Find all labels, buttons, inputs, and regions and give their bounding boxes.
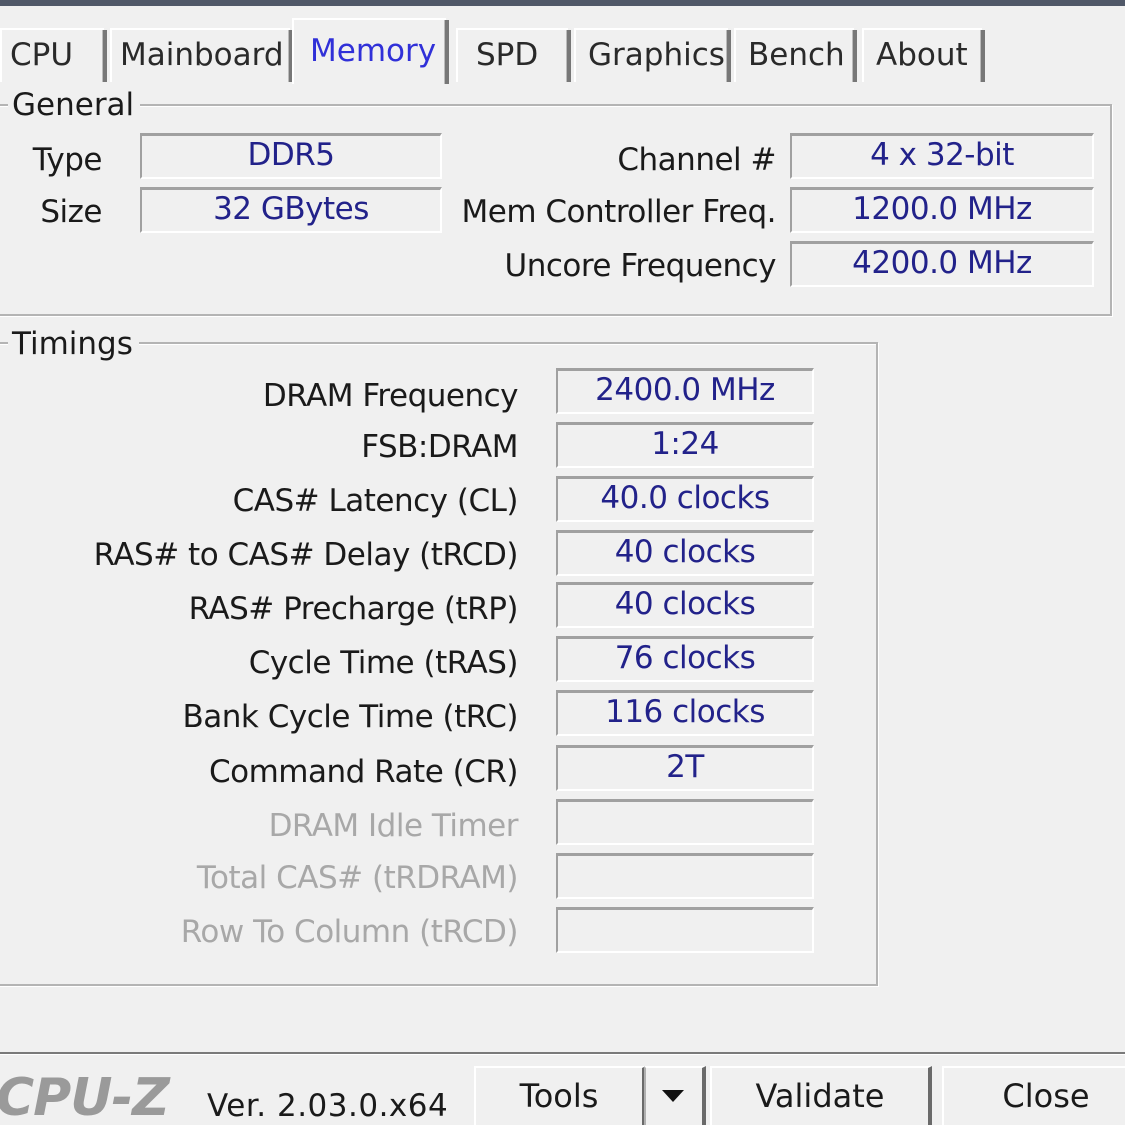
cas-latency-label: CAS# Latency (CL) bbox=[232, 483, 519, 519]
total-cas-value bbox=[556, 853, 814, 899]
fsb-dram-value: 1:24 bbox=[556, 422, 814, 468]
dram-idle-timer-value bbox=[556, 799, 814, 845]
row-to-column-value bbox=[556, 907, 814, 953]
footer-separator bbox=[0, 1052, 1125, 1055]
ras-precharge-value: 40 clocks bbox=[556, 582, 814, 628]
timings-group-title: Timings bbox=[8, 326, 139, 362]
tools-dropdown-button[interactable] bbox=[644, 1066, 706, 1125]
ras-to-cas-delay-label: RAS# to CAS# Delay (tRCD) bbox=[93, 537, 519, 573]
command-rate-label: Command Rate (CR) bbox=[209, 754, 519, 790]
channel-value: 4 x 32-bit bbox=[790, 133, 1094, 179]
dram-idle-timer-label: DRAM Idle Timer bbox=[268, 808, 519, 844]
type-label: Type bbox=[32, 142, 103, 178]
size-label: Size bbox=[40, 194, 102, 230]
total-cas-label: Total CAS# (tRDRAM) bbox=[196, 860, 519, 896]
row-to-column-label: Row To Column (tRCD) bbox=[180, 914, 519, 950]
tab-cpu[interactable]: CPU bbox=[0, 28, 107, 82]
version-text: Ver. 2.03.0.x64 bbox=[207, 1088, 449, 1124]
cpuz-logo: CPU-Z bbox=[0, 1068, 170, 1125]
cycle-time-label: Cycle Time (tRAS) bbox=[248, 645, 519, 681]
type-value: DDR5 bbox=[140, 133, 442, 179]
dram-frequency-label: DRAM Frequency bbox=[262, 378, 519, 414]
channel-label: Channel # bbox=[617, 142, 776, 178]
mem-controller-freq-value: 1200.0 MHz bbox=[790, 187, 1094, 233]
tab-about[interactable]: About bbox=[862, 28, 985, 82]
tools-button[interactable]: Tools bbox=[474, 1066, 646, 1125]
cas-latency-value: 40.0 clocks bbox=[556, 476, 814, 522]
command-rate-value: 2T bbox=[556, 745, 814, 791]
validate-button[interactable]: Validate bbox=[710, 1066, 932, 1125]
tab-bar: CPU Mainboard Memory SPD Graphics Bench … bbox=[0, 6, 1125, 84]
uncore-frequency-label: Uncore Frequency bbox=[504, 248, 777, 284]
fsb-dram-label: FSB:DRAM bbox=[361, 429, 518, 465]
bank-cycle-time-value: 116 clocks bbox=[556, 690, 814, 736]
general-group-title: General bbox=[8, 87, 141, 123]
tab-mainboard[interactable]: Mainboard bbox=[110, 28, 293, 82]
tab-spd[interactable]: SPD bbox=[456, 28, 571, 82]
ras-to-cas-delay-value: 40 clocks bbox=[556, 530, 814, 576]
cycle-time-value: 76 clocks bbox=[556, 636, 814, 682]
triangle-down-icon bbox=[662, 1090, 684, 1102]
mem-controller-freq-label: Mem Controller Freq. bbox=[461, 194, 777, 230]
dram-frequency-value: 2400.0 MHz bbox=[556, 368, 814, 414]
close-button[interactable]: Close bbox=[942, 1066, 1125, 1125]
ras-precharge-label: RAS# Precharge (tRP) bbox=[188, 591, 519, 627]
tab-bench[interactable]: Bench bbox=[734, 28, 857, 82]
uncore-frequency-value: 4200.0 MHz bbox=[790, 241, 1094, 287]
bank-cycle-time-label: Bank Cycle Time (tRC) bbox=[182, 699, 519, 735]
tab-graphics[interactable]: Graphics bbox=[574, 28, 731, 82]
tab-memory[interactable]: Memory bbox=[292, 18, 449, 84]
size-value: 32 GBytes bbox=[140, 187, 442, 233]
